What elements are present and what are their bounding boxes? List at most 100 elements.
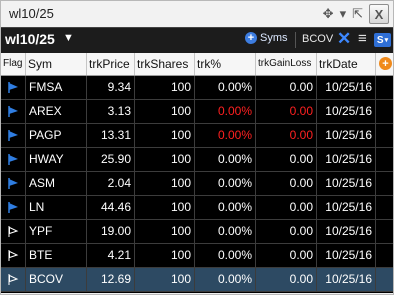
watchlist-grid: Flag Sym trkPrice trkShares trk% trkGain… — [1, 53, 393, 293]
date-cell: 10/25/16 — [317, 196, 376, 219]
grid-header: Flag Sym trkPrice trkShares trk% trkGain… — [1, 53, 393, 76]
gainloss-cell: 0.00 — [256, 196, 317, 219]
move-arrows-icon[interactable]: ✥ — [323, 4, 334, 24]
date-cell: 10/25/16 — [317, 244, 376, 267]
column-header-trkprice[interactable]: trkPrice — [87, 53, 135, 75]
s-label: S — [376, 34, 384, 46]
gainloss-cell: 0.00 — [256, 172, 317, 195]
row-extra-cell — [376, 220, 393, 243]
price-cell: 44.46 — [87, 196, 135, 219]
chevron-down-icon[interactable]: ▾ — [340, 4, 347, 24]
column-header-flag[interactable]: Flag — [1, 53, 26, 75]
price-cell: 9.34 — [87, 76, 135, 99]
title-bar[interactable]: wl10/25 ✥ ▾ ⇱ X — [1, 1, 393, 27]
flag-filled-icon[interactable] — [7, 130, 19, 141]
percent-cell: 0.00% — [195, 124, 256, 147]
price-cell: 3.13 — [87, 100, 135, 123]
row-extra-cell — [376, 148, 393, 171]
row-extra-cell — [376, 268, 393, 291]
table-row[interactable]: ASM 2.04 100 0.00% 0.00 10/25/16 — [1, 172, 393, 196]
table-row[interactable]: AREX 3.13 100 0.00% 0.00 10/25/16 — [1, 100, 393, 124]
date-cell: 10/25/16 — [317, 268, 376, 291]
table-row[interactable]: LN 44.46 100 0.00% 0.00 10/25/16 — [1, 196, 393, 220]
grid-body: FMSA 9.34 100 0.00% 0.00 10/25/16 AREX 3… — [1, 76, 393, 292]
flag-cell[interactable] — [1, 76, 26, 99]
title-bar-controls: ✥ ▾ ⇱ X — [323, 4, 389, 24]
gainloss-cell: 0.00 — [256, 100, 317, 123]
watchlist-dropdown-icon[interactable]: ▼ — [63, 32, 74, 44]
symbol-cell[interactable]: HWAY — [26, 148, 87, 171]
date-cell: 10/25/16 — [317, 124, 376, 147]
column-header-trkshares[interactable]: trkShares — [135, 53, 195, 75]
symbol-cell[interactable]: FMSA — [26, 76, 87, 99]
symbol-cell[interactable]: BTE — [26, 244, 87, 267]
shares-cell: 100 — [135, 196, 195, 219]
symbol-cell[interactable]: ASM — [26, 172, 87, 195]
percent-cell: 0.00% — [195, 172, 256, 195]
flag-filled-icon[interactable] — [7, 154, 19, 165]
flag-cell[interactable] — [1, 124, 26, 147]
row-extra-cell — [376, 124, 393, 147]
price-cell: 13.31 — [87, 124, 135, 147]
percent-cell: 0.00% — [195, 244, 256, 267]
watchlist-window: wl10/25 ✥ ▾ ⇱ X wl10/25 ▼ + Syms BCOV ✕ … — [0, 0, 394, 295]
flag-filled-icon[interactable] — [7, 82, 19, 93]
table-row[interactable]: FMSA 9.34 100 0.00% 0.00 10/25/16 — [1, 76, 393, 100]
flag-outline-icon[interactable] — [8, 250, 19, 261]
popout-icon[interactable]: ⇱ — [352, 4, 363, 24]
table-row[interactable]: BCOV 12.69 100 0.00% 0.00 10/25/16 — [1, 268, 393, 292]
date-cell: 10/25/16 — [317, 220, 376, 243]
shares-cell: 100 — [135, 172, 195, 195]
column-header-trkdate[interactable]: trkDate — [317, 53, 376, 75]
column-header-sym[interactable]: Sym — [26, 53, 87, 75]
settings-s-button[interactable]: S ▾ — [374, 33, 391, 47]
price-cell: 2.04 — [87, 172, 135, 195]
percent-cell: 0.00% — [195, 268, 256, 291]
flag-cell[interactable] — [1, 268, 26, 291]
symbol-cell[interactable]: LN — [26, 196, 87, 219]
watchlist-name[interactable]: wl10/25 — [5, 31, 55, 47]
flag-filled-icon[interactable] — [7, 106, 19, 117]
table-row[interactable]: HWAY 25.90 100 0.00% 0.00 10/25/16 — [1, 148, 393, 172]
date-cell: 10/25/16 — [317, 76, 376, 99]
add-column-icon[interactable]: + — [379, 57, 392, 70]
flag-filled-icon[interactable] — [7, 178, 19, 189]
gainloss-cell: 0.00 — [256, 148, 317, 171]
flag-outline-icon[interactable] — [8, 274, 19, 285]
unlink-x-icon[interactable]: ✕ — [337, 29, 351, 49]
gainloss-cell: 0.00 — [256, 220, 317, 243]
gainloss-cell: 0.00 — [256, 268, 317, 291]
percent-cell: 0.00% — [195, 220, 256, 243]
table-row[interactable]: YPF 19.00 100 0.00% 0.00 10/25/16 — [1, 220, 393, 244]
close-button[interactable]: X — [369, 4, 389, 24]
shares-cell: 100 — [135, 148, 195, 171]
percent-cell: 0.00% — [195, 76, 256, 99]
symbol-cell[interactable]: AREX — [26, 100, 87, 123]
table-row[interactable]: BTE 4.21 100 0.00% 0.00 10/25/16 — [1, 244, 393, 268]
plus-icon: + — [245, 32, 257, 44]
percent-cell: 0.00% — [195, 148, 256, 171]
flag-cell[interactable] — [1, 220, 26, 243]
add-symbols-button[interactable]: + Syms — [245, 32, 288, 44]
linked-symbol[interactable]: BCOV — [302, 33, 333, 45]
flag-cell[interactable] — [1, 172, 26, 195]
table-row[interactable]: PAGP 13.31 100 0.00% 0.00 10/25/16 — [1, 124, 393, 148]
flag-cell[interactable] — [1, 148, 26, 171]
symbol-cell[interactable]: BCOV — [26, 268, 87, 291]
toolbar-divider — [295, 32, 296, 48]
flag-cell[interactable] — [1, 244, 26, 267]
column-header-trkpct[interactable]: trk% — [195, 53, 256, 75]
flag-cell[interactable] — [1, 100, 26, 123]
flag-filled-icon[interactable] — [7, 202, 19, 213]
row-extra-cell — [376, 196, 393, 219]
menu-icon[interactable]: ≡ — [358, 30, 367, 47]
gainloss-cell: 0.00 — [256, 124, 317, 147]
close-icon: X — [374, 6, 384, 22]
price-cell: 25.90 — [87, 148, 135, 171]
symbol-cell[interactable]: PAGP — [26, 124, 87, 147]
flag-cell[interactable] — [1, 196, 26, 219]
shares-cell: 100 — [135, 124, 195, 147]
column-header-trkgainloss[interactable]: trkGainLoss — [256, 53, 317, 75]
flag-outline-icon[interactable] — [8, 226, 19, 237]
symbol-cell[interactable]: YPF — [26, 220, 87, 243]
